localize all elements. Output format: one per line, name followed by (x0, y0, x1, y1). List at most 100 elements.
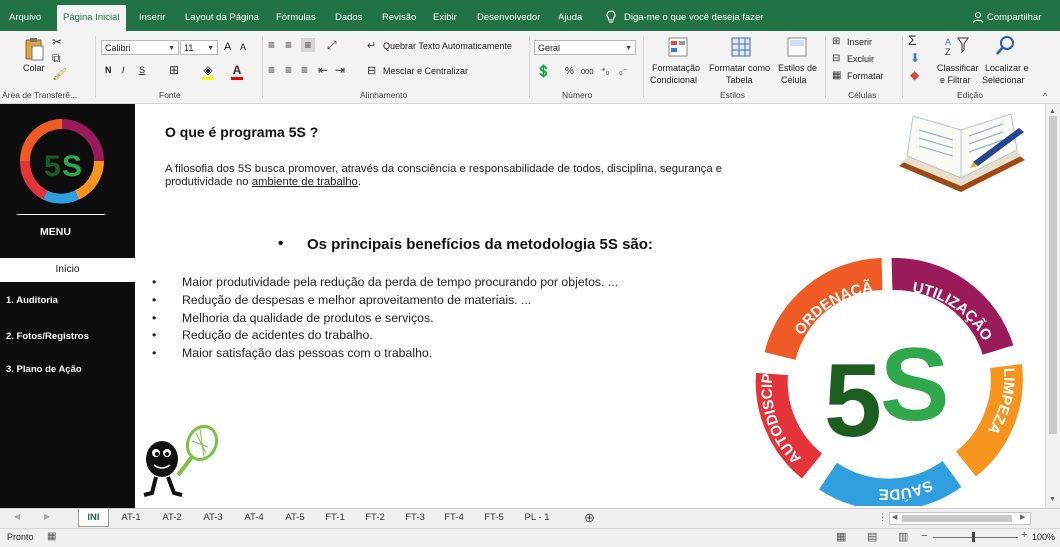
normal-view-icon[interactable]: ▦ (836, 530, 846, 543)
sheet-tab-ft3[interactable]: FT-3 (396, 509, 434, 527)
tab-review[interactable]: Revisão (382, 0, 416, 31)
page-break-view-icon[interactable]: ▥ (898, 530, 908, 543)
tab-data[interactable]: Dados (335, 0, 362, 31)
format-cells-button[interactable]: Formatar (847, 71, 884, 81)
shrink-font-button[interactable]: A (240, 42, 246, 52)
find-select-label: Selecionar (982, 75, 1025, 85)
add-sheet-icon[interactable]: ⊕ (584, 510, 595, 526)
scroll-down-icon[interactable]: ▼ (1049, 496, 1056, 503)
bold-button[interactable]: N (105, 65, 112, 75)
list-item: • Redução de acidentes do trabalho. (152, 327, 618, 345)
format-painter-icon[interactable]: 🖌 (52, 67, 67, 81)
zoom-slider[interactable] (933, 537, 1018, 538)
copy-icon[interactable]: ⧉ (52, 51, 61, 65)
indent-decrease-icon[interactable]: ⇤ (318, 63, 328, 77)
border-icon[interactable]: ⊞ (169, 63, 179, 77)
sidebar-item-auditoria[interactable]: 1. Auditoria (6, 295, 58, 306)
italic-button[interactable]: I (122, 65, 125, 75)
ambiente-link[interactable]: ambiente de trabalho (252, 176, 358, 188)
tab-split-icon[interactable]: ⋮ (878, 512, 887, 523)
hscroll-thumb[interactable] (902, 515, 1012, 522)
align-left-icon[interactable]: ≡ (268, 63, 275, 77)
cut-icon[interactable]: ✂ (52, 35, 62, 49)
tell-me-search[interactable]: Diga-me o que você deseja fazer (624, 0, 763, 31)
font-color-icon[interactable]: A (231, 63, 243, 80)
scroll-thumb[interactable] (1049, 116, 1057, 434)
sheet-tab-at2[interactable]: AT-2 (153, 509, 191, 527)
collapse-ribbon-icon[interactable]: ^ (1043, 89, 1047, 103)
align-middle-icon[interactable]: ≡ (285, 38, 292, 52)
share-icon[interactable] (972, 0, 984, 31)
paste-button[interactable]: Colar (23, 63, 45, 73)
align-center-icon[interactable]: ≡ (285, 63, 292, 77)
tab-insert[interactable]: Inserir (139, 0, 165, 31)
underline-button[interactable]: S (139, 65, 145, 75)
scroll-left-icon[interactable]: ◀ (892, 513, 897, 521)
sidebar-item-home[interactable]: Início (0, 258, 135, 282)
delete-cells-button[interactable]: Excluir (847, 54, 874, 64)
sheet-tab-at5[interactable]: AT-5 (276, 509, 314, 527)
orientation-icon[interactable]: ⤢ (327, 38, 337, 52)
number-format-select[interactable]: Geral ▼ (534, 40, 636, 55)
fill-color-icon[interactable]: ◈ (202, 63, 214, 80)
tab-page-layout[interactable]: Layout da Página (185, 0, 259, 31)
tab-help[interactable]: Ajuda (558, 0, 582, 31)
sheet-tab-at4[interactable]: AT-4 (235, 509, 273, 527)
tab-formulas[interactable]: Fórmulas (276, 0, 316, 31)
thousands-button[interactable]: 000 (581, 67, 594, 76)
vertical-scrollbar[interactable]: ▲ ▼ (1045, 104, 1060, 508)
tab-home[interactable]: Página Inicial (57, 5, 126, 31)
zoom-level[interactable]: 100% (1032, 532, 1055, 542)
clear-icon[interactable]: ◆ (910, 68, 919, 82)
fill-icon[interactable]: ⬇ (910, 51, 920, 65)
page-layout-view-icon[interactable]: ▤ (867, 530, 877, 543)
sidebar-item-plano[interactable]: 3. Plano de Ação (6, 364, 82, 375)
find-select-button[interactable]: Localizar e (985, 63, 1029, 73)
paste-icon[interactable] (23, 36, 45, 62)
wrap-text-button[interactable]: Quebrar Texto Automaticamente (383, 41, 512, 51)
sheet-tab-ini[interactable]: INI (78, 509, 109, 527)
scroll-right-icon[interactable]: ▶ (1020, 513, 1025, 521)
conditional-format-button[interactable]: Formatação (652, 63, 700, 73)
format-table-button[interactable]: Formatar como (709, 63, 770, 73)
merge-center-button[interactable]: Mesclar e Centralizar (383, 66, 468, 76)
decrease-decimal-icon[interactable]: ₀⁻ (619, 64, 628, 78)
next-sheet-icon[interactable]: ▶ (44, 512, 50, 521)
zoom-in-icon[interactable]: + (1021, 529, 1027, 541)
sheet-tab-ft4[interactable]: FT-4 (435, 509, 473, 527)
sheet-tab-at1[interactable]: AT-1 (112, 509, 150, 527)
horizontal-scrollbar[interactable]: ◀ ▶ (889, 512, 1031, 525)
macro-record-icon[interactable]: ▦ (47, 531, 56, 542)
align-right-icon[interactable]: ≡ (301, 63, 308, 77)
status-bar: Pronto ▦ ▦ ▤ ▥ − + 100% (0, 528, 1060, 547)
bullet: • (152, 292, 157, 307)
sheet-tab-ft2[interactable]: FT-2 (356, 509, 394, 527)
tab-view[interactable]: Exibir (433, 0, 457, 31)
font-size-select[interactable]: 11 ▼ (180, 40, 218, 55)
sort-filter-button[interactable]: Classificar (937, 63, 979, 73)
zoom-out-icon[interactable]: − (921, 530, 927, 542)
grow-font-button[interactable]: A (224, 41, 231, 53)
scroll-up-icon[interactable]: ▲ (1049, 108, 1056, 115)
sidebar-item-fotos[interactable]: 2. Fotos/Registros (6, 331, 89, 342)
format-cells-icon: ▦ (832, 70, 842, 81)
align-top-icon[interactable]: ≡ (268, 38, 275, 52)
share-button[interactable]: Compartilhar (987, 0, 1041, 31)
zoom-slider-thumb[interactable] (972, 532, 975, 542)
prev-sheet-icon[interactable]: ◀ (14, 512, 20, 521)
align-bottom-icon[interactable]: ≡ (301, 38, 315, 52)
cell-styles-button[interactable]: Estilos de (778, 63, 817, 73)
sheet-tab-pl1[interactable]: PL - 1 (515, 509, 559, 527)
tab-file[interactable]: Arquivo (9, 0, 41, 31)
tab-developer[interactable]: Desenvolvedor (477, 0, 540, 31)
sheet-tab-ft5[interactable]: FT-5 (475, 509, 513, 527)
percent-button[interactable]: % (565, 66, 574, 77)
currency-icon[interactable]: 💲 (536, 64, 551, 78)
increase-decimal-icon[interactable]: ⁺₀ (601, 64, 610, 78)
sheet-tab-ft1[interactable]: FT-1 (316, 509, 354, 527)
autosum-icon[interactable]: Σ (908, 33, 917, 47)
sheet-tab-at3[interactable]: AT-3 (194, 509, 232, 527)
font-name-select[interactable]: Calibri ▼ (101, 40, 179, 55)
insert-cells-button[interactable]: Inserir (847, 37, 872, 47)
indent-increase-icon[interactable]: ⇥ (335, 63, 345, 77)
